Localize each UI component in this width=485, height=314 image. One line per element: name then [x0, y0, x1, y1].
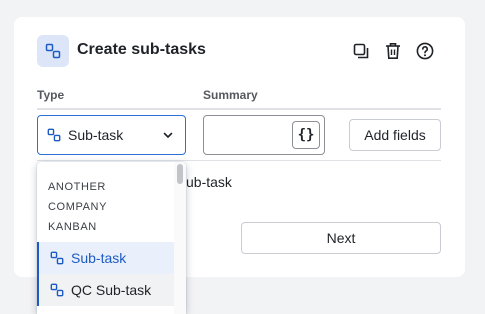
- dropdown-scrollbar-thumb[interactable]: [177, 164, 183, 184]
- copy-icon: [353, 43, 368, 58]
- subtask-icon: [47, 128, 61, 142]
- column-header-summary: Summary: [203, 88, 258, 102]
- help-button[interactable]: [414, 40, 436, 62]
- dropdown-option-label: QC Sub-task: [71, 282, 152, 298]
- trash-icon: [386, 43, 400, 59]
- chevron-down-icon: [163, 132, 173, 138]
- smart-value-button[interactable]: {}: [292, 121, 320, 149]
- delete-button[interactable]: [382, 40, 404, 62]
- dropdown-option-label: Sub-task: [71, 250, 127, 266]
- dropdown-scrollbar[interactable]: [174, 162, 186, 314]
- dropdown-group-label: ANOTHER COMPANY KANBAN: [48, 181, 107, 233]
- subtask-icon: [50, 283, 64, 297]
- type-dropdown-menu: ANOTHER COMPANY KANBAN Sub-task QC Sub-t…: [37, 162, 186, 314]
- subtask-icon: [50, 251, 64, 265]
- copy-button[interactable]: [350, 40, 372, 62]
- summary-input[interactable]: {}: [203, 115, 325, 155]
- dropdown-option-sub-task[interactable]: Sub-task: [37, 242, 174, 274]
- row-divider: [37, 160, 441, 161]
- partial-row-text: ub-task: [186, 174, 232, 190]
- header-divider: [37, 108, 441, 110]
- dialog-title: Create sub-tasks: [77, 41, 206, 58]
- type-select[interactable]: Sub-task: [37, 115, 186, 155]
- type-select-value: Sub-task: [68, 127, 124, 143]
- next-button[interactable]: Next: [241, 222, 441, 254]
- add-fields-button[interactable]: Add fields: [349, 119, 441, 151]
- dropdown-option-qc-sub-task[interactable]: QC Sub-task: [37, 274, 174, 306]
- help-icon: [416, 42, 434, 60]
- subtask-icon: [37, 35, 69, 67]
- column-header-type: Type: [37, 88, 65, 102]
